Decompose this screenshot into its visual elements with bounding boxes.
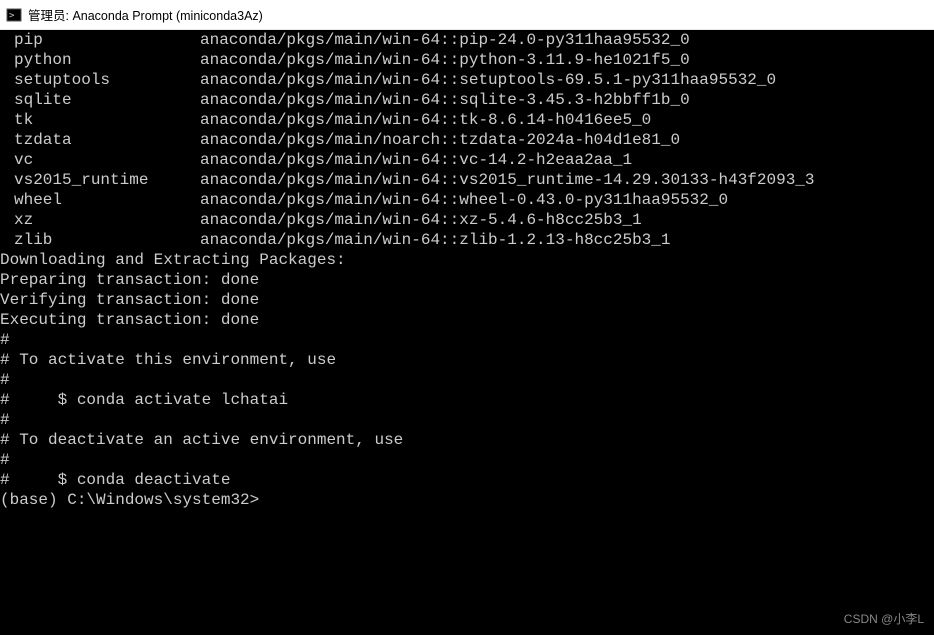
package-name: setuptools xyxy=(0,70,200,90)
comment-line: # xyxy=(0,370,934,390)
package-name: pip xyxy=(0,30,200,50)
package-name: vs2015_runtime xyxy=(0,170,200,190)
package-spec: anaconda/pkgs/main/win-64::pip-24.0-py31… xyxy=(200,31,690,49)
terminal-icon: > xyxy=(6,7,22,23)
package-spec: anaconda/pkgs/main/win-64::xz-5.4.6-h8cc… xyxy=(200,211,642,229)
comment-line: # xyxy=(0,450,934,470)
terminal-body[interactable]: pipanaconda/pkgs/main/win-64::pip-24.0-p… xyxy=(0,30,934,635)
prompt-line: (base) C:\Windows\system32> xyxy=(0,490,934,510)
executing-line: Executing transaction: done xyxy=(0,310,934,330)
package-spec: anaconda/pkgs/main/noarch::tzdata-2024a-… xyxy=(200,131,680,149)
package-spec: anaconda/pkgs/main/win-64::setuptools-69… xyxy=(200,71,776,89)
package-row: setuptoolsanaconda/pkgs/main/win-64::set… xyxy=(0,70,934,90)
svg-text:>: > xyxy=(9,11,15,21)
comment-line: # xyxy=(0,410,934,430)
activate-header: # To activate this environment, use xyxy=(0,350,934,370)
package-spec: anaconda/pkgs/main/win-64::zlib-1.2.13-h… xyxy=(200,231,670,249)
package-name: xz xyxy=(0,210,200,230)
package-row: pythonanaconda/pkgs/main/win-64::python-… xyxy=(0,50,934,70)
package-spec: anaconda/pkgs/main/win-64::sqlite-3.45.3… xyxy=(200,91,690,109)
package-spec: anaconda/pkgs/main/win-64::vc-14.2-h2eaa… xyxy=(200,151,632,169)
package-spec: anaconda/pkgs/main/win-64::python-3.11.9… xyxy=(200,51,690,69)
package-name: tk xyxy=(0,110,200,130)
comment-line: # xyxy=(0,330,934,350)
package-name: vc xyxy=(0,150,200,170)
package-name: python xyxy=(0,50,200,70)
package-row: tzdataanaconda/pkgs/main/noarch::tzdata-… xyxy=(0,130,934,150)
verifying-line: Verifying transaction: done xyxy=(0,290,934,310)
package-spec: anaconda/pkgs/main/win-64::tk-8.6.14-h04… xyxy=(200,111,651,129)
deactivate-command: # $ conda deactivate xyxy=(0,470,934,490)
watermark: CSDN @小李L xyxy=(844,610,924,627)
package-row: tkanaconda/pkgs/main/win-64::tk-8.6.14-h… xyxy=(0,110,934,130)
preparing-line: Preparing transaction: done xyxy=(0,270,934,290)
package-row: xzanaconda/pkgs/main/win-64::xz-5.4.6-h8… xyxy=(0,210,934,230)
package-name: zlib xyxy=(0,230,200,250)
package-name: wheel xyxy=(0,190,200,210)
terminal-window: > 管理员: Anaconda Prompt (miniconda3Az) pi… xyxy=(0,0,934,635)
package-spec: anaconda/pkgs/main/win-64::vs2015_runtim… xyxy=(200,171,815,189)
window-title: 管理员: Anaconda Prompt (miniconda3Az) xyxy=(28,5,263,24)
package-spec: anaconda/pkgs/main/win-64::wheel-0.43.0-… xyxy=(200,191,728,209)
package-row: vs2015_runtimeanaconda/pkgs/main/win-64:… xyxy=(0,170,934,190)
titlebar[interactable]: > 管理员: Anaconda Prompt (miniconda3Az) xyxy=(0,0,934,30)
package-name: sqlite xyxy=(0,90,200,110)
activate-command: # $ conda activate lchatai xyxy=(0,390,934,410)
package-row: sqliteanaconda/pkgs/main/win-64::sqlite-… xyxy=(0,90,934,110)
downloading-line: Downloading and Extracting Packages: xyxy=(0,250,934,270)
package-row: zlibanaconda/pkgs/main/win-64::zlib-1.2.… xyxy=(0,230,934,250)
deactivate-header: # To deactivate an active environment, u… xyxy=(0,430,934,450)
package-name: tzdata xyxy=(0,130,200,150)
package-row: vcanaconda/pkgs/main/win-64::vc-14.2-h2e… xyxy=(0,150,934,170)
package-row: pipanaconda/pkgs/main/win-64::pip-24.0-p… xyxy=(0,30,934,50)
package-row: wheelanaconda/pkgs/main/win-64::wheel-0.… xyxy=(0,190,934,210)
